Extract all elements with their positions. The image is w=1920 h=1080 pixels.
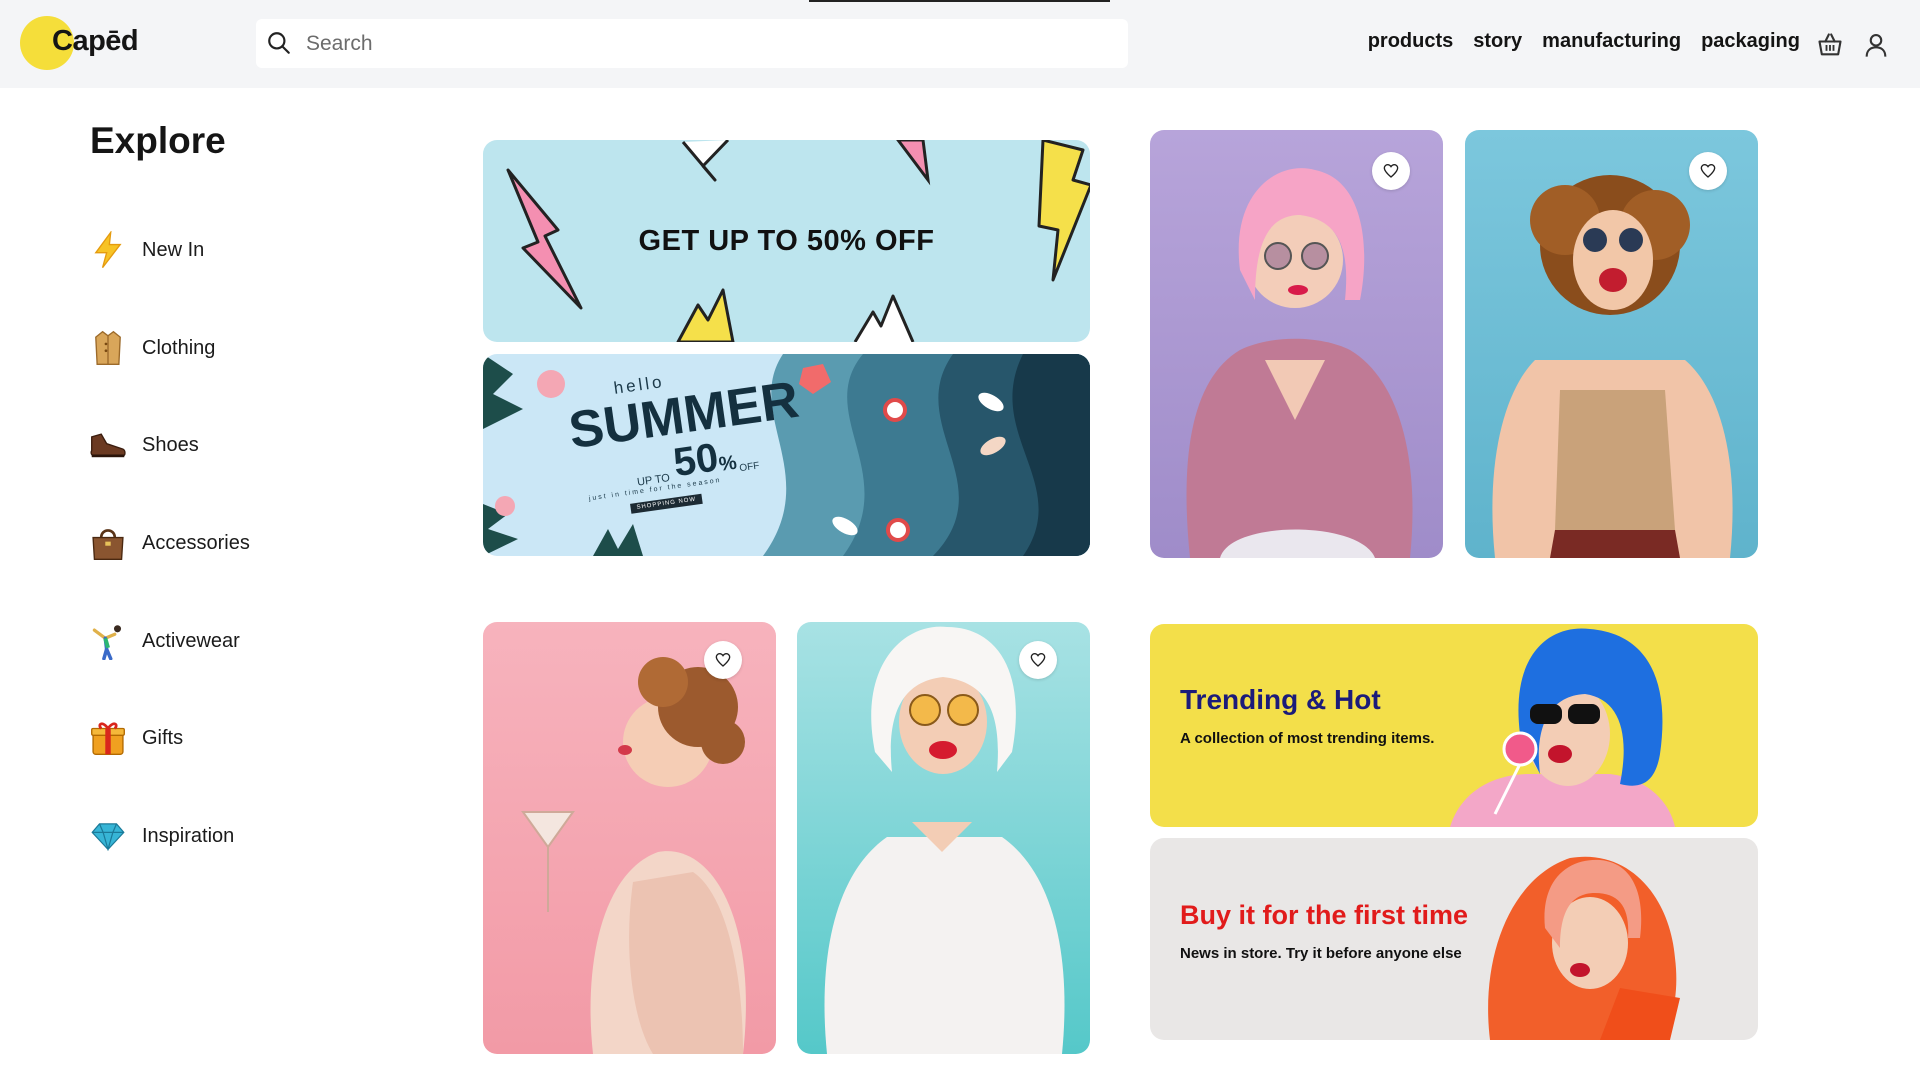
first-time-promo-card[interactable]: Buy it for the first time News in store.… <box>1150 838 1758 1040</box>
wishlist-heart-icon[interactable] <box>1689 152 1727 190</box>
sidebar-item-shoes[interactable]: Shoes <box>88 423 199 467</box>
sidebar-item-label: New In <box>142 238 205 261</box>
nav-story[interactable]: story <box>1473 30 1522 53</box>
sidebar-item-label: Activewear <box>142 629 240 652</box>
sidebar-item-label: Accessories <box>142 531 250 554</box>
cart-basket-icon[interactable] <box>1816 31 1844 59</box>
sidebar-item-accessories[interactable]: Accessories <box>88 521 250 565</box>
search-input[interactable] <box>306 19 1106 68</box>
product-card-curly-hair[interactable] <box>1465 130 1758 558</box>
sale-banner-text: GET UP TO 50% OFF <box>638 224 935 257</box>
lightning-icon <box>88 230 128 270</box>
model-martini-image <box>521 657 746 1054</box>
sidebar-item-label: Inspiration <box>142 824 235 847</box>
logo[interactable]: Capēd <box>20 16 160 70</box>
product-card-pink-wig[interactable] <box>1150 130 1443 558</box>
summer-percent-sign: % <box>717 451 739 476</box>
model-pink-wig-image <box>1186 168 1413 558</box>
sidebar-item-clothing[interactable]: Clothing <box>88 326 215 370</box>
coat-icon <box>88 328 128 368</box>
top-header: Capēd products story manufacturing packa… <box>0 0 1920 88</box>
handbag-icon <box>88 523 128 563</box>
sidebar-item-label: Gifts <box>142 726 184 749</box>
first-time-title: Buy it for the first time <box>1180 900 1469 930</box>
sidebar-item-activewear[interactable]: Activewear <box>88 619 240 663</box>
summer-banner[interactable]: hello SUMMER UP TO 50 % OFF just in time… <box>483 354 1090 556</box>
gift-icon <box>88 718 128 758</box>
search-bar[interactable] <box>256 19 1128 68</box>
summer-percent: 50 <box>670 435 722 486</box>
product-card-martini[interactable] <box>483 622 776 1054</box>
main-nav: products story manufacturing packaging <box>1368 30 1800 53</box>
trending-subtitle: A collection of most trending items. <box>1180 730 1435 747</box>
search-icon <box>268 32 290 54</box>
nav-packaging[interactable]: packaging <box>1701 30 1800 53</box>
nav-products[interactable]: products <box>1368 30 1454 53</box>
wishlist-heart-icon[interactable] <box>1372 152 1410 190</box>
trending-promo-card[interactable]: Trending & Hot A collection of most tren… <box>1150 624 1758 827</box>
sidebar-item-inspiration[interactable]: Inspiration <box>88 814 234 858</box>
explore-title: Explore <box>90 120 226 161</box>
logo-text: Capēd <box>52 25 139 57</box>
wishlist-heart-icon[interactable] <box>1019 641 1057 679</box>
model-curly-hair-image <box>1492 175 1733 558</box>
sidebar-item-gifts[interactable]: Gifts <box>88 716 183 760</box>
wishlist-heart-icon[interactable] <box>704 641 742 679</box>
sidebar-item-label: Shoes <box>142 433 199 456</box>
user-icon[interactable] <box>1862 31 1890 59</box>
shoe-icon <box>88 425 128 465</box>
sidebar-item-new-in[interactable]: New In <box>88 228 204 272</box>
first-time-subtitle: News in store. Try it before anyone else <box>1180 945 1462 962</box>
sidebar-item-label: Clothing <box>142 336 216 359</box>
product-card-white-wig[interactable] <box>797 622 1090 1054</box>
sale-banner[interactable]: GET UP TO 50% OFF <box>483 140 1090 342</box>
model-white-wig-image <box>824 626 1065 1054</box>
gem-icon <box>88 816 128 856</box>
nav-manufacturing[interactable]: manufacturing <box>1542 30 1681 53</box>
loading-bar <box>809 0 1110 2</box>
trending-title: Trending & Hot <box>1180 684 1381 715</box>
gymnast-icon <box>88 621 128 661</box>
